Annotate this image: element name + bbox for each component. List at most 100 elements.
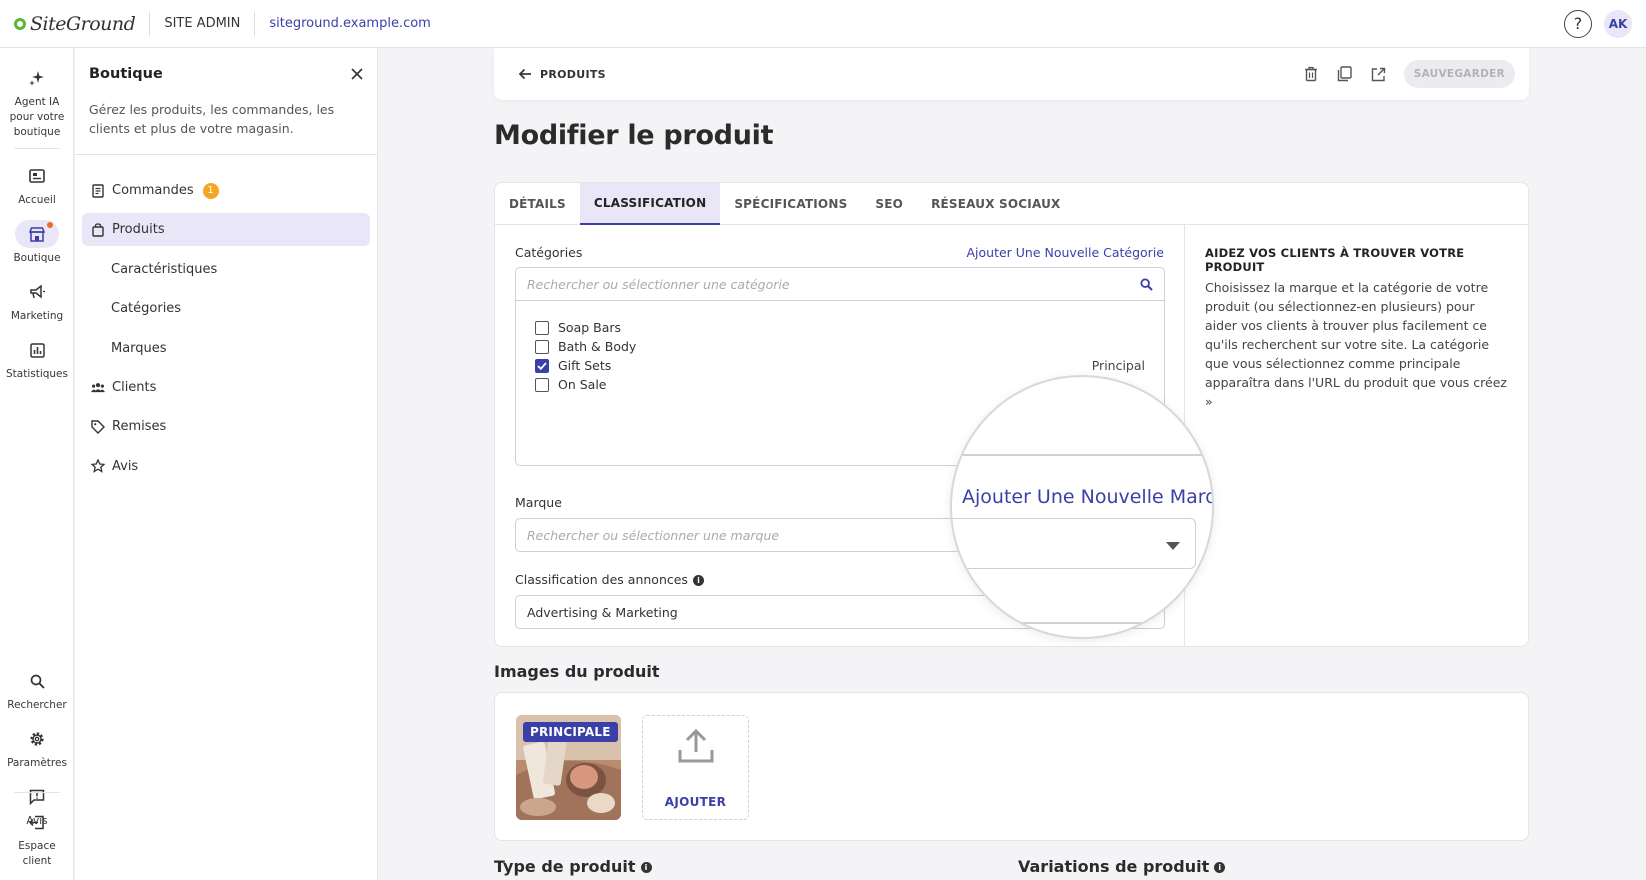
category-option[interactable]: Soap Bars [535,318,1145,337]
category-name: Soap Bars [558,320,622,335]
megaphone-icon [15,278,59,306]
checkbox[interactable] [535,339,549,354]
product-image-thumbnail[interactable]: PRINCIPALE [516,715,621,820]
rail-label: Boutique [13,252,61,264]
panel-nav: Commandes 1 Produits Caractéristiques Ca… [75,155,377,483]
back-to-products-link[interactable]: PRODUITS [518,68,606,81]
nav-label: Caractéristiques [111,261,218,277]
checkbox[interactable] [535,377,549,392]
info-icon[interactable]: i [692,575,704,586]
categories-label: Catégories [515,245,583,260]
images-card: PRINCIPALE AJOUTER [494,692,1529,841]
info-icon[interactable]: i [1214,862,1226,873]
product-type-title: Type de produit i [494,857,652,876]
panel-title: Boutique [89,66,163,82]
checkbox[interactable] [535,320,549,335]
nav-label: Catégories [111,301,182,317]
save-button[interactable]: SAUVEGARDER [1403,60,1515,88]
category-name: On Sale [558,377,607,392]
sparkle-icon [15,64,59,92]
category-option[interactable]: Gift Sets Principal [535,356,1145,375]
divider [14,792,60,793]
category-option[interactable]: Bath & Body [535,337,1145,356]
notification-dot [47,222,53,228]
top-bar: SiteGround SITE ADMIN siteground.example… [0,0,1646,48]
help-button[interactable]: ? [1564,9,1592,38]
rail-item-ai-agent[interactable]: Agent IA pour votre boutique [0,64,74,140]
nav-item-brands[interactable]: Marques [82,332,370,365]
logo-text: SiteGround [30,12,136,35]
product-toolbar: PRODUITS SAUVEGARDER [494,48,1529,100]
brand-label: Marque [515,495,562,510]
search-icon [1140,277,1153,291]
divider [149,11,151,36]
variations-title: Variations de produit i [1018,857,1226,876]
zoomed-brand-select[interactable] [952,518,1196,569]
tab-bar: DÉTAILS CLASSIFICATION SPÉCIFICATIONS SE… [495,183,1528,225]
page-title: Modifier le produit [494,120,774,151]
rail-label: Rechercher [7,699,67,711]
rail-item-search[interactable]: Rechercher [0,667,74,713]
nav-item-orders[interactable]: Commandes 1 [82,174,370,207]
tab-details[interactable]: DÉTAILS [495,183,580,225]
rail-label: Accueil [18,194,56,206]
nav-label: Clients [112,379,157,395]
help-text: Choisissez la marque et la catégorie de … [1205,280,1507,409]
rail-label: Marketing [10,310,64,322]
divider [254,11,256,36]
primary-category-label[interactable]: Principal [1092,358,1145,373]
trash-icon[interactable] [1302,65,1320,83]
checkbox-checked[interactable] [535,358,549,373]
add-image-button[interactable]: AJOUTER [642,715,749,820]
nav-label: Marques [111,340,167,356]
external-link-icon[interactable] [1370,65,1388,83]
nav-item-customers[interactable]: Clients [82,371,370,404]
close-icon[interactable] [351,68,363,80]
star-icon [91,459,105,474]
nav-item-reviews[interactable]: Avis [82,450,370,483]
listing-label-text: Classification des annonces [515,572,688,587]
tab-social[interactable]: RÉSEAUX SOCIAUX [917,183,1074,225]
user-avatar[interactable]: AK [1604,9,1632,38]
rail-item-client-area[interactable]: Espace client [0,808,74,869]
people-icon [91,380,105,394]
zoomed-border [952,454,1202,456]
back-label: PRODUITS [540,67,606,81]
nav-item-discounts[interactable]: Remises [82,410,370,443]
tab-classification[interactable]: CLASSIFICATION [579,183,721,225]
rail-label: Agent IA pour votre boutique [9,96,65,138]
info-icon[interactable]: i [640,862,652,873]
rail-item-marketing[interactable]: Marketing [0,278,74,324]
divider [14,148,60,149]
category-search-placeholder: Rechercher ou sélectionner une catégorie [527,276,790,292]
siteground-logo[interactable]: SiteGround [14,12,136,35]
rail-label: Statistiques [5,368,68,380]
nav-item-products[interactable]: Produits [82,213,370,247]
rail-item-shop[interactable]: Boutique [0,220,74,266]
category-search-input[interactable]: Rechercher ou sélectionner une catégorie [515,267,1165,301]
site-url-link[interactable]: siteground.example.com [269,16,430,31]
primary-image-badge: PRINCIPALE [523,722,618,742]
tab-specifications[interactable]: SPÉCIFICATIONS [720,183,861,225]
tab-seo[interactable]: SEO [861,183,917,225]
question-icon: ? [1573,14,1583,33]
rail-item-settings[interactable]: Paramètres [0,725,74,771]
rail-item-statistics[interactable]: Statistiques [0,336,74,382]
arrow-left-icon [518,68,532,80]
category-name: Gift Sets [558,358,612,373]
panel-description: Gérez les produits, les commandes, les c… [89,102,335,136]
add-brand-link[interactable]: Ajouter Une Nouvelle Marque [962,486,1212,508]
images-section-title: Images du produit [494,662,660,681]
caret-down-icon[interactable] [1166,542,1180,550]
nav-item-features[interactable]: Caractéristiques [82,253,370,286]
category-name: Bath & Body [558,339,637,354]
search-icon [15,667,59,695]
nav-item-categories[interactable]: Catégories [82,292,370,325]
rail-label: Paramètres [7,757,67,769]
duplicate-icon[interactable] [1336,65,1354,83]
add-category-link[interactable]: Ajouter Une Nouvelle Catégorie [966,245,1164,260]
nav-label: Remises [112,419,167,435]
rail-label: Espace client [18,840,56,867]
help-title: AIDEZ VOS CLIENTS À TROUVER VOTRE PRODUI… [1205,246,1465,274]
rail-item-home[interactable]: Accueil [0,162,74,208]
